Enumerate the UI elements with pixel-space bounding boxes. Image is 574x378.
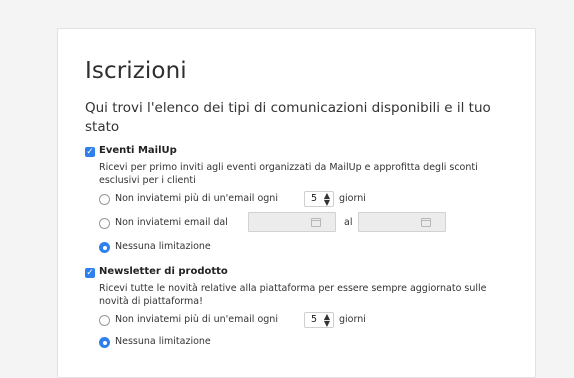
group-title: Eventi MailUp: [99, 145, 177, 156]
calendar-icon[interactable]: [421, 218, 431, 227]
frequency-radio[interactable]: [99, 194, 110, 205]
no-limit-label: Nessuna limitazione: [115, 336, 211, 347]
option-no-limit[interactable]: Nessuna limitazione: [99, 237, 525, 259]
date-range-label: Non inviatemi email dal: [115, 217, 228, 228]
days-select-value: 5: [311, 314, 318, 325]
option-no-limit[interactable]: Nessuna limitazione: [99, 332, 525, 354]
subscription-group-eventi: ✓ Eventi MailUp Ricevi per primo inviti …: [85, 145, 525, 259]
calendar-icon[interactable]: [311, 218, 321, 227]
frequency-radio[interactable]: [99, 315, 110, 326]
subscription-group-newsletter: ✓ Newsletter di prodotto Ricevi tutte le…: [85, 266, 525, 354]
no-limit-radio[interactable]: [99, 242, 110, 253]
checkmark-icon: ✓: [86, 268, 94, 278]
no-limit-radio[interactable]: [99, 337, 110, 348]
newsletter-checkbox[interactable]: ✓: [85, 268, 95, 278]
group-title: Newsletter di prodotto: [99, 266, 228, 277]
frequency-label: Non inviatemi più di un'email ogni: [115, 193, 278, 204]
date-from-input[interactable]: [248, 212, 336, 232]
group-description: Ricevi tutte le novità relative alla pia…: [99, 283, 487, 307]
days-select[interactable]: 5 ▲ ▼: [304, 191, 334, 207]
option-frequency[interactable]: Non inviatemi più di un'email ogni 5 ▲ ▼ …: [99, 310, 525, 332]
page-title: Iscrizioni: [85, 58, 187, 84]
checkmark-icon: ✓: [86, 147, 94, 157]
eventi-checkbox[interactable]: ✓: [85, 147, 95, 157]
days-unit: giorni: [339, 193, 366, 204]
updown-arrows-icon: ▲ ▼: [323, 191, 330, 207]
option-frequency[interactable]: Non inviatemi più di un'email ogni 5 ▲ ▼ …: [99, 189, 525, 211]
subscriptions-card: Iscrizioni Qui trovi l'elenco dei tipi d…: [57, 28, 536, 378]
date-range-radio[interactable]: [99, 218, 110, 229]
option-date-range[interactable]: Non inviatemi email dal al: [99, 211, 525, 237]
days-unit: giorni: [339, 314, 366, 325]
days-select[interactable]: 5 ▲ ▼: [304, 312, 334, 328]
frequency-label: Non inviatemi più di un'email ogni: [115, 314, 278, 325]
page-subtitle: Qui trovi l'elenco dei tipi di comunicaz…: [85, 100, 491, 135]
date-range-mid: al: [344, 217, 353, 228]
date-to-input[interactable]: [358, 212, 446, 232]
days-select-value: 5: [311, 193, 318, 204]
no-limit-label: Nessuna limitazione: [115, 241, 211, 252]
group-description: Ricevi per primo inviti agli eventi orga…: [99, 162, 478, 186]
updown-arrows-icon: ▲ ▼: [323, 312, 330, 328]
